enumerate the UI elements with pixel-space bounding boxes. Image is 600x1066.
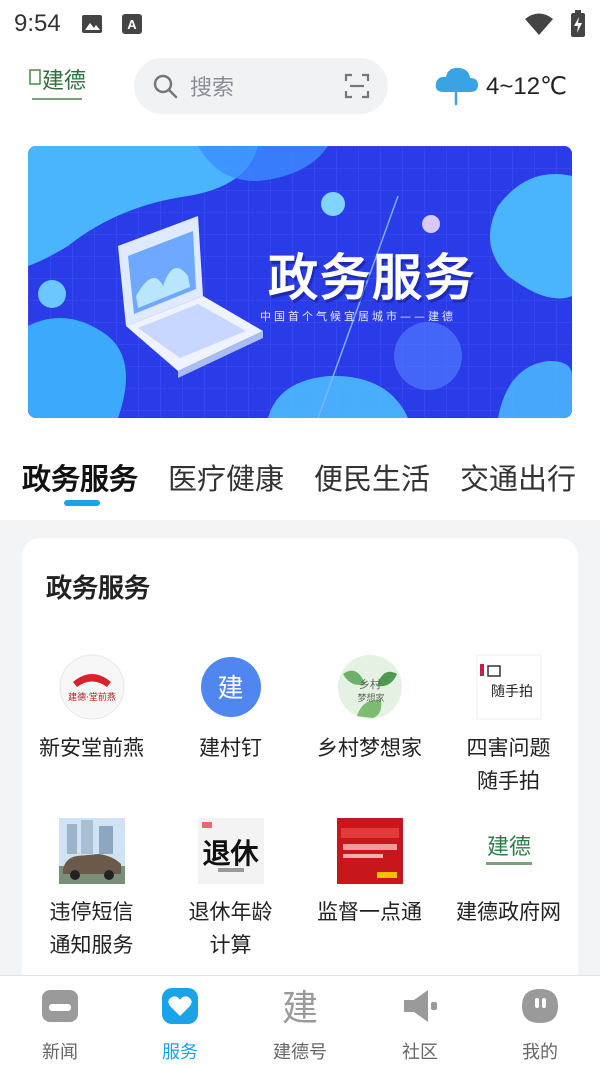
- svg-text:乡村: 乡村: [359, 677, 381, 691]
- service-label: 监督一点通: [317, 900, 422, 924]
- service-item-parking-sms[interactable]: 违停短信 通知服务: [22, 818, 161, 962]
- active-tab-indicator: [64, 500, 100, 506]
- bottom-navigation: 新闻 服务 建 建德号 社区 我的: [0, 975, 600, 1066]
- nav-profile[interactable]: 我的: [480, 976, 600, 1066]
- status-bar: 9:54 A: [0, 0, 600, 48]
- heart-service-icon: [162, 988, 198, 1024]
- wifi-icon: [525, 13, 553, 35]
- service-item-jiancunding[interactable]: 建 建村钉: [161, 654, 300, 765]
- search-icon: [153, 74, 178, 99]
- service-item-jiande-gov[interactable]: 建德 建德政府网: [439, 818, 578, 929]
- nav-jiande-hao[interactable]: 建 建德号: [240, 976, 360, 1066]
- category-tabs: 政务服务 医疗健康 便民生活 交通出行: [0, 446, 600, 520]
- svg-text:建德·堂前燕: 建德·堂前燕: [68, 691, 116, 703]
- service-label: 建村钉: [199, 736, 262, 760]
- nav-label: 社区: [402, 1042, 438, 1063]
- jiande-logo[interactable]: 建德: [28, 62, 86, 108]
- service-label: 违停短信 通知服务: [49, 900, 134, 957]
- nav-community[interactable]: 社区: [360, 976, 480, 1066]
- tab-label: 医疗健康: [168, 462, 285, 496]
- megaphone-icon: [404, 990, 437, 1022]
- tab-government-services[interactable]: 政务服务: [22, 446, 138, 508]
- retire-icon-text: 退休: [202, 837, 259, 870]
- service-label: 乡村梦想家: [317, 736, 422, 760]
- nav-label: 建德号: [273, 1042, 327, 1063]
- tab-transportation[interactable]: 交通出行: [460, 446, 576, 508]
- tab-medical-health[interactable]: 医疗健康: [168, 446, 284, 508]
- car-photo-icon: [58, 818, 125, 884]
- battery-charging-icon: [571, 10, 585, 37]
- section-title: 政务服务: [46, 574, 151, 604]
- service-item-xinantang[interactable]: 建德·堂前燕 新安堂前燕: [22, 654, 161, 765]
- svg-text:A: A: [127, 17, 137, 32]
- image-notification-icon: [81, 15, 102, 33]
- nav-service[interactable]: 服务: [120, 976, 240, 1066]
- font-notification-icon: A: [121, 14, 142, 34]
- jian-icon-text: 建: [217, 674, 244, 704]
- service-item-retire-calc[interactable]: 退休 退休年龄 计算: [161, 818, 300, 962]
- profile-icon: [522, 989, 558, 1023]
- service-item-supervision[interactable]: 监督一点通: [300, 818, 439, 929]
- svg-text:梦想家: 梦想家: [357, 692, 384, 704]
- service-label: 新安堂前燕: [39, 736, 144, 760]
- village-dream-icon: 乡村 梦想家: [337, 655, 402, 719]
- banner-title: 政务服务: [268, 248, 476, 307]
- weather-widget[interactable]: 4~12℃: [432, 62, 567, 110]
- service-card: 政务服务 建德·堂前燕 新安堂前燕 建 建村钉 乡村 梦想家 乡村梦想家 随手拍…: [22, 538, 578, 975]
- service-label: 退休年龄 计算: [188, 900, 273, 957]
- svg-text:建德: 建德: [486, 835, 530, 860]
- nav-label: 服务: [162, 1042, 198, 1063]
- news-icon: [42, 990, 78, 1022]
- scan-icon[interactable]: [344, 73, 370, 99]
- tab-convenience-life[interactable]: 便民生活: [314, 446, 430, 508]
- tab-label: 便民生活: [314, 462, 431, 496]
- search-placeholder: 搜索: [190, 76, 235, 101]
- jiande-gov-icon: 建德: [475, 818, 542, 884]
- svg-text:随手拍: 随手拍: [491, 684, 533, 700]
- svg-text:建德: 建德: [42, 69, 86, 94]
- banner-subtitle: 中国首个气候宜居城市——建德: [260, 310, 456, 323]
- service-item-snapshot[interactable]: 随手拍 四害问题 随手拍: [439, 654, 578, 798]
- service-item-village-dream[interactable]: 乡村 梦想家 乡村梦想家: [300, 654, 439, 765]
- banner[interactable]: 政务服务 中国首个气候宜居城市——建德: [28, 146, 572, 418]
- status-time: 9:54: [14, 10, 61, 37]
- nav-news[interactable]: 新闻: [0, 976, 120, 1066]
- nav-label: 我的: [522, 1042, 558, 1063]
- cloud-rain-icon: [435, 67, 478, 106]
- search-bar[interactable]: 搜索: [134, 58, 388, 114]
- service-label: 建德政府网: [456, 900, 561, 924]
- snapshot-icon: 随手拍: [476, 654, 541, 720]
- supervision-icon: [336, 818, 403, 884]
- svg-text:建: 建: [282, 988, 318, 1026]
- service-label: 四害问题 随手拍: [466, 736, 551, 793]
- nav-label: 新闻: [42, 1042, 78, 1063]
- tab-label: 交通出行: [460, 462, 577, 496]
- weather-temperature: 4~12℃: [486, 72, 568, 100]
- header: 建德 搜索 4~12℃: [0, 56, 600, 120]
- tab-label: 政务服务: [22, 462, 139, 496]
- jiande-calligraphy-icon: 建: [282, 988, 318, 1029]
- service-content: 政务服务 建德·堂前燕 新安堂前燕 建 建村钉 乡村 梦想家 乡村梦想家 随手拍…: [0, 520, 600, 975]
- xinantang-logo-icon: 建德·堂前燕: [59, 654, 124, 720]
